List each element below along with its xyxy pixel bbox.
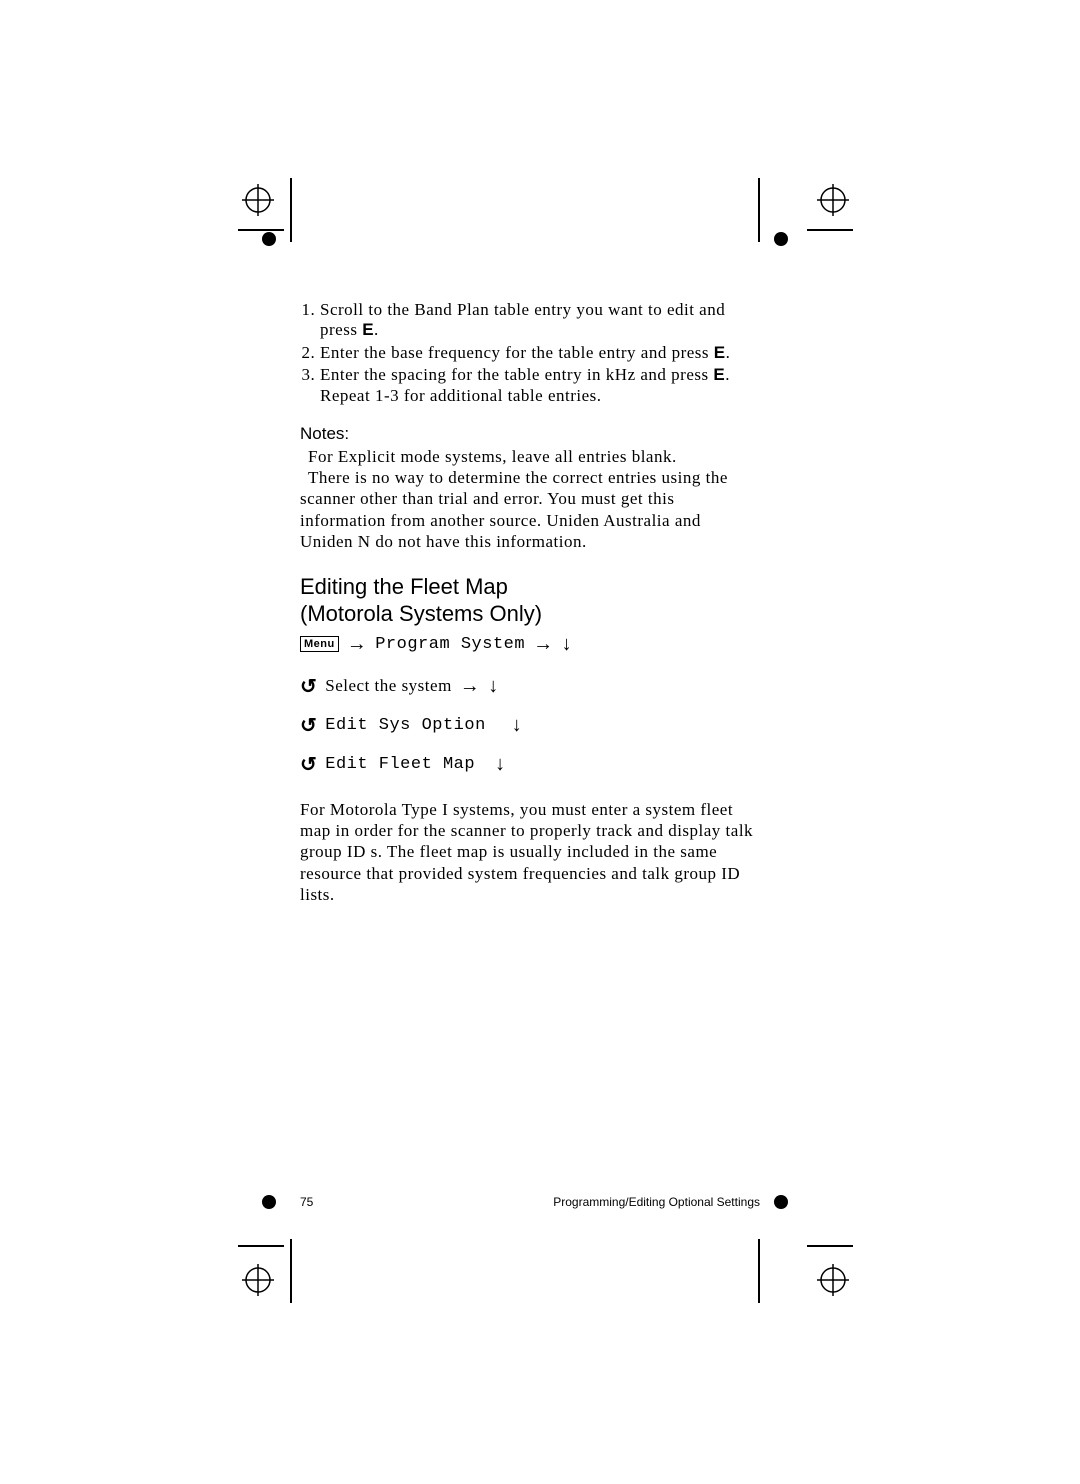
step-text: Scroll to the Band Plan table entry you … [320, 300, 725, 339]
nav-step-menu: Menu → Program System → ↓ [300, 633, 758, 656]
step-text: Enter the spacing for the table entry in… [320, 365, 713, 384]
arrow-down-icon: ↓ [488, 675, 499, 698]
arrow-right-icon: → [347, 633, 368, 656]
arrow-down-icon: ↓ [495, 753, 506, 776]
note-line: For Explicit mode systems, leave all ent… [300, 446, 758, 467]
body-paragraph: For Motorola Type I systems, you must en… [300, 799, 758, 905]
section-heading: Editing the Fleet Map (Motorola Systems … [300, 574, 758, 627]
arrow-down-icon: ↓ [512, 714, 523, 737]
step-item: Enter the spacing for the table entry in… [320, 365, 758, 406]
page-content: Scroll to the Band Plan table entry you … [300, 300, 758, 905]
step-text: Enter the base frequency for the table e… [320, 343, 714, 362]
nav-label: Edit Sys Option [325, 716, 486, 735]
notes-heading: Notes: [300, 424, 758, 444]
trim-bar [758, 1239, 760, 1303]
nav-label: Edit Fleet Map [325, 755, 475, 774]
registration-dot [262, 232, 276, 246]
crop-mark-bottom-right [797, 1240, 853, 1296]
registration-dot [774, 1195, 788, 1209]
heading-line1: Editing the Fleet Map [300, 574, 508, 599]
notes-body: For Explicit mode systems, leave all ent… [300, 446, 758, 552]
step-extra: Repeat 1-3 for additional table entries. [320, 386, 602, 405]
key-label: E [713, 365, 725, 384]
registration-dot [262, 1195, 276, 1209]
crop-mark-top-right [797, 180, 853, 236]
arrow-right-icon: → [460, 675, 481, 698]
arrow-right-icon: → [533, 633, 554, 656]
key-label: E [362, 320, 374, 339]
step-text: . [726, 343, 731, 362]
step-text: . [725, 365, 730, 384]
step-item: Scroll to the Band Plan table entry you … [320, 300, 758, 341]
footer-section: Programming/Editing Optional Settings [553, 1195, 760, 1209]
scroll-rotate-icon: ↺ [300, 713, 317, 738]
page-footer: 75 Programming/Editing Optional Settings [300, 1195, 760, 1209]
nav-step-select: ↺ Select the system → ↓ [300, 674, 758, 699]
trim-bar [758, 178, 760, 242]
arrow-down-icon: ↓ [562, 633, 573, 656]
scroll-rotate-icon: ↺ [300, 752, 317, 777]
crop-mark-top-left [238, 180, 294, 236]
trim-bar [290, 1239, 292, 1303]
menu-key-icon: Menu [300, 636, 339, 652]
note-line: There is no way to determine the correct… [300, 467, 758, 552]
page-number: 75 [300, 1195, 313, 1209]
nav-step-fleet-map: ↺ Edit Fleet Map ↓ [300, 752, 758, 777]
nav-label: Select the system [325, 676, 452, 696]
registration-dot [774, 232, 788, 246]
step-text: . [374, 320, 379, 339]
key-label: E [714, 343, 726, 362]
steps-list: Scroll to the Band Plan table entry you … [320, 300, 758, 406]
nav-step-sys-option: ↺ Edit Sys Option ↓ [300, 713, 758, 738]
nav-label: Program System [375, 635, 525, 654]
document-page: Scroll to the Band Plan table entry you … [0, 0, 1080, 1484]
trim-bar [290, 178, 292, 242]
heading-line2: (Motorola Systems Only) [300, 601, 542, 626]
step-item: Enter the base frequency for the table e… [320, 343, 758, 363]
scroll-rotate-icon: ↺ [300, 674, 317, 699]
crop-mark-bottom-left [238, 1240, 294, 1296]
